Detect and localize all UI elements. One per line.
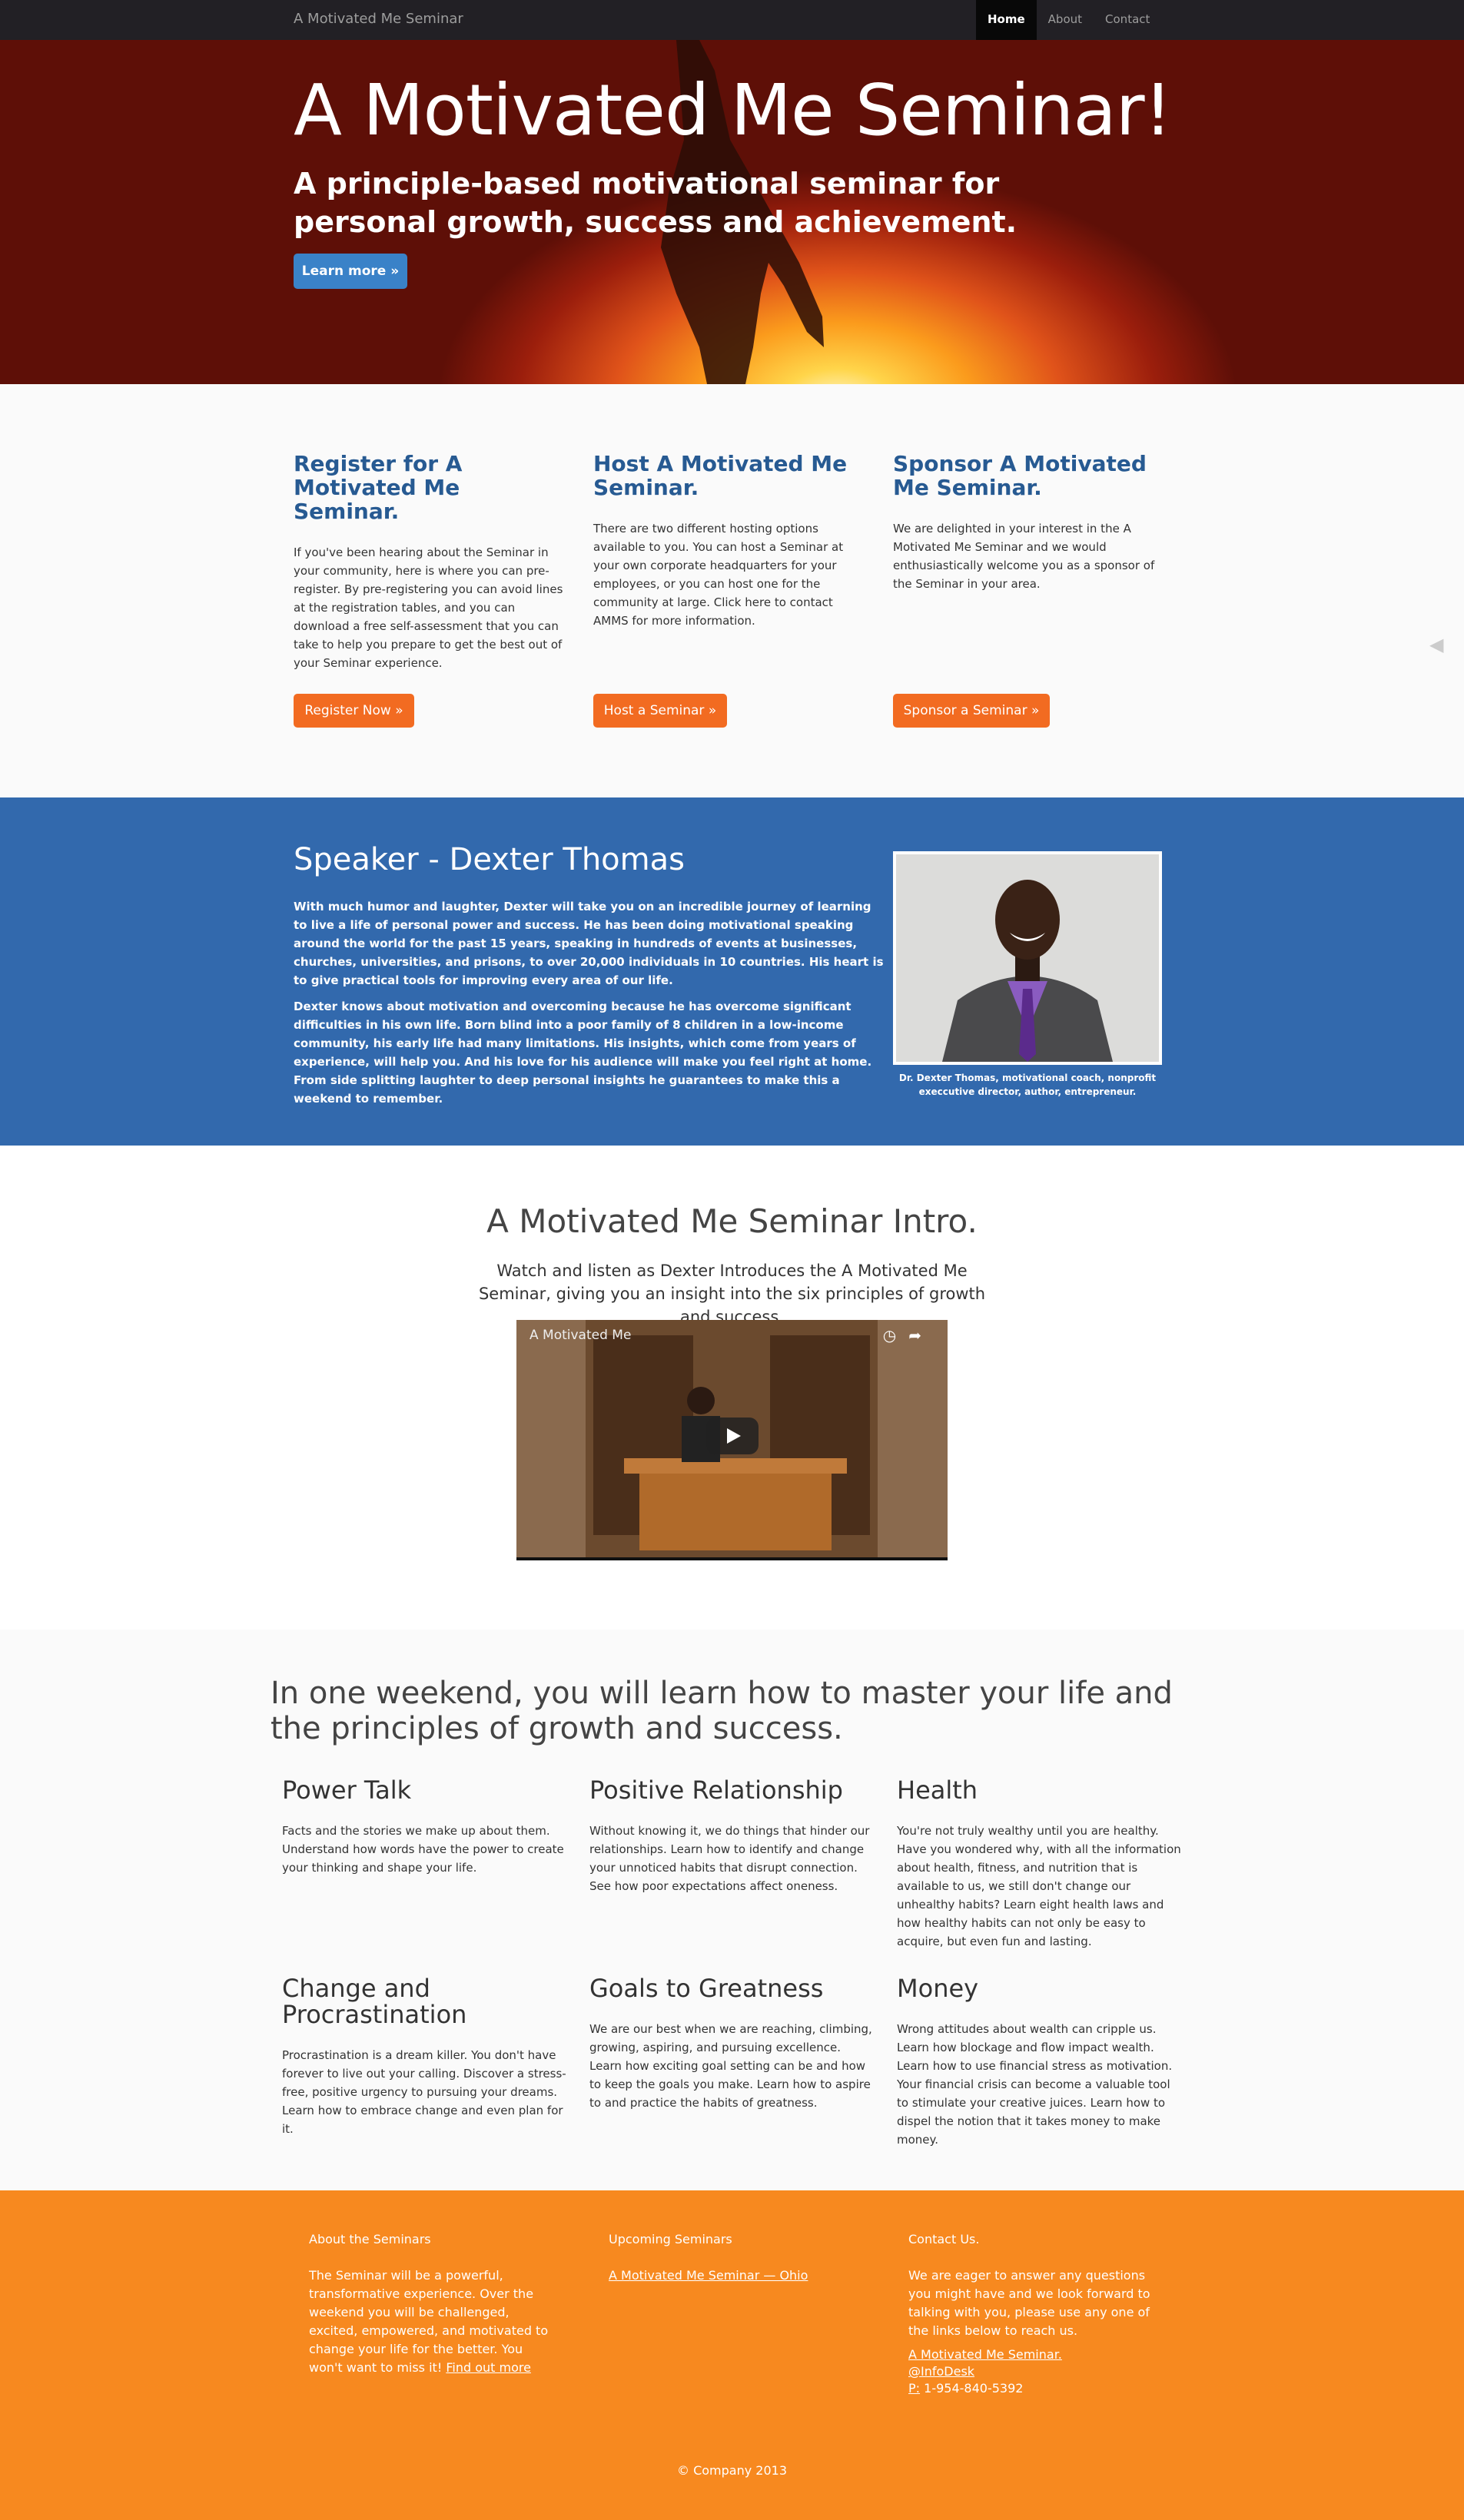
hero-subtitle: A principle-based motivational seminar f… (294, 167, 1017, 239)
arrow-left-icon[interactable]: ◀ (1429, 634, 1443, 655)
nav-menu: Home About Contact (976, 0, 1161, 40)
speaker-photo-caption: Dr. Dexter Thomas, motivational coach, n… (898, 1073, 1157, 1097)
sponsor-title: Sponsor A Motivated Me Seminar. (893, 451, 1147, 500)
navbar: A Motivated Me Seminar Home About Contac… (0, 0, 1464, 40)
intro-title: A Motivated Me Seminar Intro. (486, 1202, 978, 1240)
topic-title: Power Talk (282, 1776, 412, 1805)
video-title: A Motivated Me (529, 1328, 632, 1343)
play-icon[interactable] (706, 1418, 759, 1454)
topic-health: Health You're not truly wealthy until yo… (897, 1777, 1181, 1951)
topic-text: You're not truly wealthy until you are h… (897, 1824, 1181, 1948)
hero-banner: A Motivated Me Seminar! A principle-base… (0, 40, 1464, 384)
sponsor-text: We are delighted in your interest in the… (893, 522, 1155, 591)
nav-item-about[interactable]: About (1037, 0, 1094, 40)
register-text: If you've been hearing about the Seminar… (294, 545, 563, 670)
find-out-more-link[interactable]: Find out more (446, 2360, 531, 2375)
footer-upcoming: Upcoming Seminars A Motivated Me Seminar… (609, 2232, 858, 2285)
learn-section: In one weekend, you will learn how to ma… (0, 1630, 1464, 2190)
footer-about-title: About the Seminars (309, 2232, 431, 2246)
intro-video-player[interactable]: A Motivated Me ◷➦ (516, 1320, 948, 1560)
phone-number: 1-954-840-5392 (924, 2381, 1024, 2396)
contact-handle-link[interactable]: @InfoDesk (908, 2364, 974, 2379)
topic-title: Positive Relationship (589, 1776, 843, 1805)
share-icon[interactable]: ➦ (908, 1326, 934, 1345)
topic-title: Change and Procrastination (282, 1974, 467, 2029)
topic-power-talk: Power Talk Facts and the stories we make… (282, 1777, 566, 1877)
contact-name-link[interactable]: A Motivated Me Seminar. (908, 2347, 1062, 2362)
topic-goals-to-greatness: Goals to Greatness We are our best when … (589, 1975, 874, 2112)
sponsor-column: Sponsor A Motivated Me Seminar. We are d… (893, 452, 1170, 593)
copyright: © Company 2013 (676, 2463, 787, 2478)
footer-about: About the Seminars The Seminar will be a… (309, 2232, 559, 2377)
speaker-photo (893, 851, 1162, 1065)
speaker-section: Speaker - Dexter Thomas With much humor … (0, 797, 1464, 1146)
learn-more-button[interactable]: Learn more » (294, 254, 407, 289)
upcoming-seminar-link[interactable]: A Motivated Me Seminar — Ohio (609, 2268, 808, 2283)
topic-title: Health (897, 1776, 978, 1805)
footer-contact: Contact Us. We are eager to answer any q… (908, 2232, 1158, 2397)
clock-icon[interactable]: ◷ (883, 1326, 908, 1345)
phone-label: P: (908, 2381, 921, 2396)
topic-title: Money (897, 1974, 979, 2003)
host-seminar-button[interactable]: Host a Seminar » (593, 694, 727, 728)
nav-item-home[interactable]: Home (976, 0, 1037, 40)
topic-text: Without knowing it, we do things that hi… (589, 1824, 870, 1893)
footer-upcoming-title: Upcoming Seminars (609, 2232, 732, 2246)
nav-item-contact[interactable]: Contact (1094, 0, 1161, 40)
host-text: There are two different hosting options … (593, 522, 844, 628)
intro-subtitle: Watch and listen as Dexter Introduces th… (478, 1262, 986, 1326)
intro-section: A Motivated Me Seminar Intro. Watch and … (0, 1146, 1464, 1630)
speaker-bio-paragraph-2: Dexter knows about motivation and overco… (294, 1000, 872, 1106)
speaker-bio-paragraph-1: With much humor and laughter, Dexter wil… (294, 900, 884, 987)
footer-about-text: The Seminar will be a powerful, transfor… (309, 2268, 549, 2375)
topic-text: We are our best when we are reaching, cl… (589, 2022, 872, 2110)
speaker-title: Speaker - Dexter Thomas (294, 842, 685, 877)
topic-positive-relationship: Positive Relationship Without knowing it… (589, 1777, 874, 1895)
register-title: Register for A Motivated Me Seminar. (294, 451, 463, 524)
topic-text: Procrastination is a dream killer. You d… (282, 2048, 566, 2136)
footer-contact-title: Contact Us. (908, 2232, 980, 2246)
topic-money: Money Wrong attitudes about wealth can c… (897, 1975, 1181, 2149)
topic-change-procrastination: Change and Procrastination Procrastinati… (282, 1975, 566, 2138)
topic-text: Facts and the stories we make up about t… (282, 1824, 564, 1875)
topic-text: Wrong attitudes about wealth can cripple… (897, 2022, 1173, 2147)
sponsor-seminar-button[interactable]: Sponsor a Seminar » (893, 694, 1050, 728)
footer-contact-text: We are eager to answer any questions you… (908, 2268, 1150, 2338)
hero-title: A Motivated Me Seminar! (294, 69, 1172, 151)
register-host-sponsor-section: Register for A Motivated Me Seminar. If … (0, 384, 1464, 797)
learn-heading: In one weekend, you will learn how to ma… (271, 1676, 1173, 1746)
speaker-portrait-image (896, 854, 1159, 1062)
host-title: Host A Motivated Me Seminar. (593, 451, 848, 500)
footer: About the Seminars The Seminar will be a… (0, 2190, 1464, 2520)
speaker-bio: With much humor and laughter, Dexter wil… (294, 897, 885, 1116)
topic-title: Goals to Greatness (589, 1974, 824, 2003)
register-now-button[interactable]: Register Now » (294, 694, 414, 728)
brand-link[interactable]: A Motivated Me Seminar (294, 11, 463, 27)
host-column: Host A Motivated Me Seminar. There are t… (593, 452, 870, 630)
video-controls: ◷➦ (883, 1326, 934, 1345)
register-column: Register for A Motivated Me Seminar. If … (294, 452, 570, 672)
